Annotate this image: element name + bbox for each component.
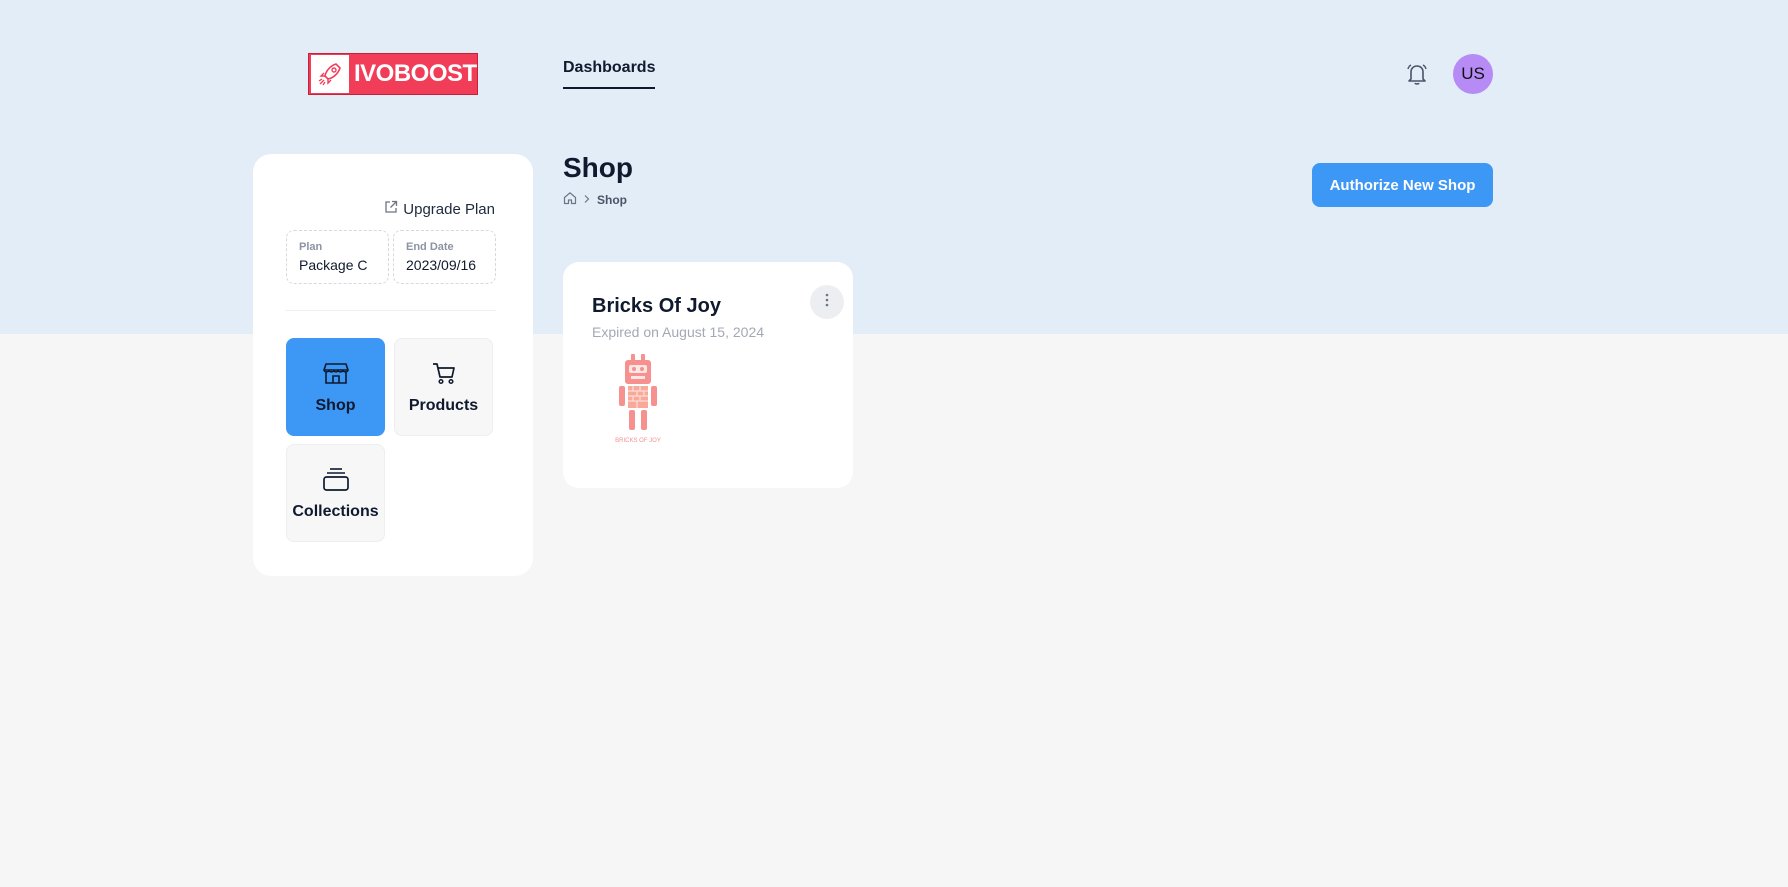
rocket-icon xyxy=(310,54,350,94)
end-date-value: 2023/09/16 xyxy=(406,257,477,273)
sidebar-item-label: Shop xyxy=(315,396,356,414)
stack-icon xyxy=(322,466,350,497)
sidebar-divider xyxy=(286,310,496,311)
brand-name: IVOBOOST xyxy=(354,60,477,87)
plan-label: Plan xyxy=(299,241,323,253)
authorize-new-shop-button[interactable]: Authorize New Shop xyxy=(1312,163,1493,207)
breadcrumb-current: Shop xyxy=(597,192,627,207)
end-date-box: End Date 2023/09/16 xyxy=(393,230,496,284)
chevron-right-icon xyxy=(583,193,591,207)
sidebar-card: Upgrade Plan Plan Package C End Date 202… xyxy=(253,154,533,576)
store-icon xyxy=(322,360,350,391)
brand-logo[interactable]: IVOBOOST xyxy=(308,53,478,95)
home-icon[interactable] xyxy=(563,191,577,208)
sidebar-item-shop[interactable]: Shop xyxy=(286,338,385,436)
sidebar-item-products[interactable]: Products xyxy=(394,338,493,436)
user-avatar[interactable]: US xyxy=(1453,54,1493,94)
plan-value: Package C xyxy=(299,257,368,273)
end-date-label: End Date xyxy=(406,241,454,253)
upgrade-plan-link[interactable]: Upgrade Plan xyxy=(384,200,495,218)
plan-info-box: Plan Package C xyxy=(286,230,389,284)
breadcrumb: Shop xyxy=(563,191,627,208)
shop-logo-text: BRICKS OF JOY xyxy=(615,438,661,444)
shop-logo: BRICKS OF JOY xyxy=(613,352,663,451)
notification-bell-icon[interactable] xyxy=(1404,61,1430,87)
shop-name: Bricks Of Joy xyxy=(592,295,721,317)
sidebar-item-collections[interactable]: Collections xyxy=(286,444,385,542)
tab-dashboards[interactable]: Dashboards xyxy=(563,59,656,89)
sidebar-item-label: Collections xyxy=(292,502,379,520)
kebab-menu-icon xyxy=(825,293,829,312)
external-link-icon xyxy=(384,200,398,218)
upgrade-plan-label: Upgrade Plan xyxy=(403,200,495,218)
shop-card[interactable]: Bricks Of Joy Expired on August 15, 2024 xyxy=(563,262,853,488)
page-title: Shop xyxy=(563,152,633,183)
sidebar-item-label: Products xyxy=(408,396,479,414)
shop-status: Expired on August 15, 2024 xyxy=(592,324,765,340)
more-options-button[interactable] xyxy=(810,285,844,319)
cart-icon xyxy=(431,360,457,391)
